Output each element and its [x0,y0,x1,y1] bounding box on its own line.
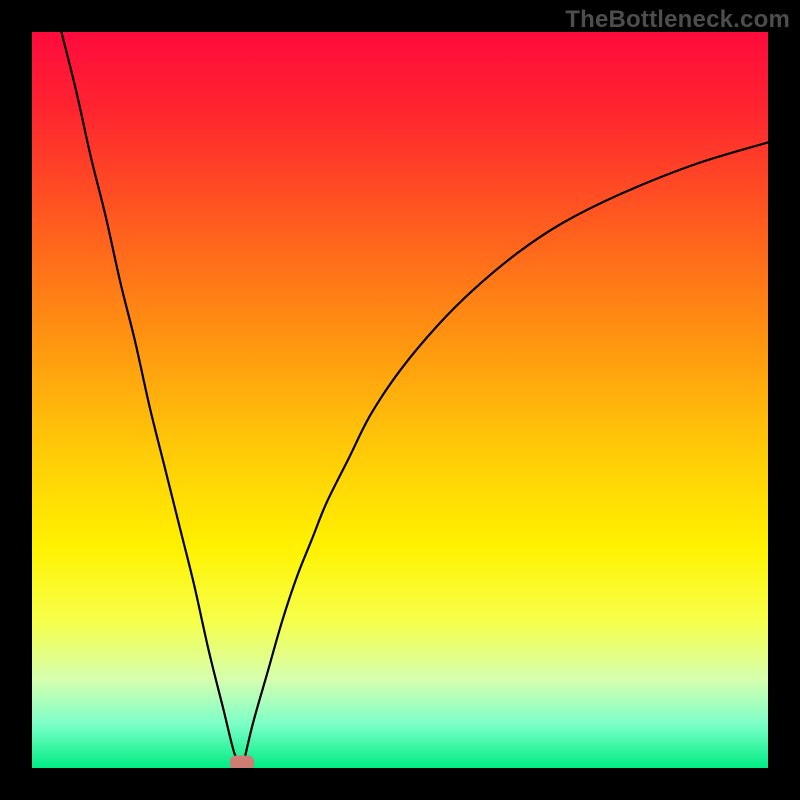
gradient-background [32,32,768,768]
optimum-marker [230,755,254,768]
chart-svg [32,32,768,768]
plot-area [32,32,768,768]
chart-frame: TheBottleneck.com [0,0,800,800]
watermark-text: TheBottleneck.com [565,6,790,34]
